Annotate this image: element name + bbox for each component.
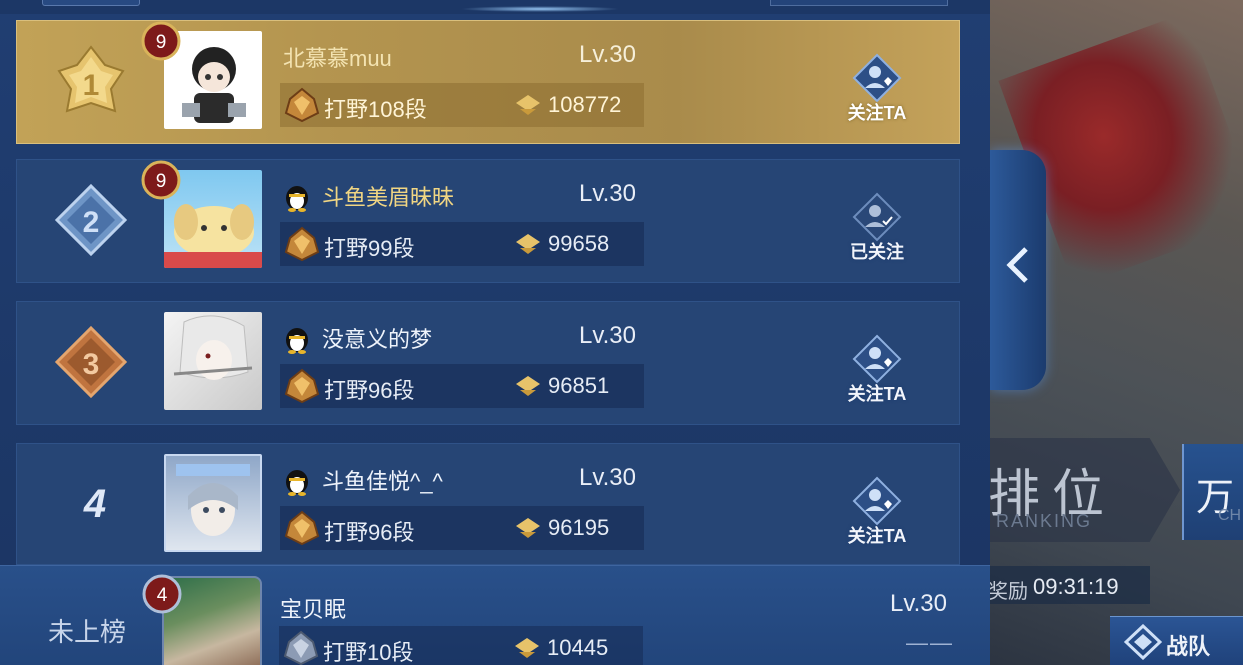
- score-chevron-icon: [515, 638, 539, 658]
- self-stat-bar: 打野10段 10445: [279, 626, 643, 665]
- ranking-mode-subtitle: RANKING: [996, 511, 1093, 531]
- jungle-tier-emblem-icon: [284, 87, 320, 123]
- team-label: 战队: [1166, 634, 1211, 659]
- player-level: Lv.30: [579, 180, 636, 207]
- score-chevron-icon: [516, 234, 540, 254]
- leaderboard-panel: 1 9 北慕慕muu Lv.30 打野108段 108772 关注TA 2 9 …: [0, 0, 990, 665]
- leaderboard-row-2[interactable]: 2 9 斗鱼美眉昧昧 Lv.30 打野99段 99658 已关注: [16, 159, 960, 283]
- tier-text: 打野10段: [323, 640, 414, 665]
- follow-label: 关注TA: [847, 103, 907, 123]
- score-chevron-icon: [516, 518, 540, 538]
- score-chevron-icon: [516, 95, 540, 115]
- qq-penguin-icon: [286, 470, 308, 496]
- qq-penguin-icon: [286, 186, 308, 212]
- rank-number: 2: [83, 206, 100, 239]
- tier-text: 打野96段: [324, 520, 415, 545]
- tier-text: 打野96段: [324, 378, 415, 403]
- score-text: 108772: [548, 92, 622, 117]
- top-tab-left[interactable]: [42, 0, 140, 6]
- level-badge-number: 4: [157, 585, 168, 606]
- follow-user-heart-icon: [852, 53, 902, 103]
- self-level: Lv.30: [890, 590, 947, 617]
- player-name: 没意义的梦: [322, 327, 433, 352]
- score-text: 99658: [548, 231, 610, 256]
- top-tab-bar: [0, 0, 990, 14]
- follow-label: 关注TA: [847, 526, 907, 546]
- jungle-tier-emblem-icon: [283, 630, 319, 665]
- reward-timer: 09:31:19: [1033, 574, 1119, 599]
- jungle-tier-emblem-icon: [284, 510, 320, 546]
- follow-label: 已关注: [850, 242, 904, 262]
- rank-number: 4: [83, 482, 107, 526]
- score-chevron-icon: [516, 376, 540, 396]
- follow-user-heart-icon: [852, 334, 902, 384]
- rank-2-badge-icon: 2: [49, 180, 133, 264]
- leaderboard-row-1[interactable]: 1 9 北慕慕muu Lv.30 打野108段 108772 关注TA: [16, 20, 960, 144]
- rank-1-badge-icon: 1: [49, 41, 133, 125]
- team-icon: [1124, 624, 1162, 660]
- player-name: 斗鱼美眉昧昧: [322, 185, 455, 210]
- stat-bar: 打野96段 96195: [280, 506, 644, 550]
- qq-penguin-icon: [286, 328, 308, 354]
- rank-3-badge-icon: 3: [49, 322, 133, 406]
- game-backdrop: 排位 RANKING 万 CH 奖励 09:31:19 战队: [990, 0, 1243, 665]
- level-badge-number: 9: [156, 171, 167, 192]
- self-rank-status: 未上榜: [48, 617, 127, 647]
- player-level: Lv.30: [579, 41, 636, 68]
- stat-bar: 打野108段 108772: [280, 83, 644, 127]
- tier-text: 打野99段: [324, 236, 415, 261]
- player-name: 北慕慕muu: [283, 46, 392, 71]
- rank-number: 1: [83, 69, 100, 102]
- leaderboard-row-4[interactable]: 4 斗鱼佳悦^_^ Lv.30 打野96段 96195 关注TA: [16, 443, 960, 565]
- follow-button[interactable]: 关注TA: [837, 332, 917, 412]
- self-rank-row[interactable]: 未上榜 4 宝贝眠 Lv.30 打野10段 10445 ——: [0, 565, 990, 665]
- reward-label: 奖励: [990, 581, 1028, 603]
- player-name: 斗鱼佳悦^_^: [322, 469, 443, 494]
- level-badge-icon: 4: [140, 572, 184, 616]
- avatar[interactable]: [164, 312, 262, 410]
- jungle-tier-emblem-icon: [284, 226, 320, 262]
- stat-bar: 打野99段 99658: [280, 222, 644, 266]
- leaderboard-row-3[interactable]: 3 没意义的梦 Lv.30 打野96段 96851 关注TA: [16, 301, 960, 425]
- level-badge-icon: 9: [139, 158, 183, 202]
- side-mode-subtitle: CH: [1218, 507, 1242, 524]
- top-tab-right[interactable]: [770, 0, 948, 6]
- score-text: 10445: [547, 635, 609, 660]
- player-level: Lv.30: [579, 322, 636, 349]
- avatar[interactable]: [164, 454, 262, 552]
- followed-user-check-icon: [852, 192, 902, 242]
- follow-user-heart-icon: [852, 476, 902, 526]
- jungle-tier-emblem-icon: [284, 368, 320, 404]
- self-name: 宝贝眠: [280, 597, 347, 622]
- level-badge-number: 9: [156, 32, 167, 53]
- tab-indicator-glow: [460, 6, 620, 12]
- score-text: 96851: [548, 373, 610, 398]
- tier-text: 打野108段: [324, 97, 427, 122]
- follow-button[interactable]: 关注TA: [837, 51, 917, 131]
- follow-label: 关注TA: [847, 384, 907, 404]
- followed-button[interactable]: 已关注: [837, 190, 917, 270]
- player-level: Lv.30: [579, 464, 636, 491]
- rank-number: 3: [83, 348, 100, 381]
- stat-bar: 打野96段 96851: [280, 364, 644, 408]
- follow-button[interactable]: 关注TA: [837, 474, 917, 554]
- score-text: 96195: [548, 515, 610, 540]
- chevron-left-icon[interactable]: [1002, 243, 1034, 287]
- level-badge-icon: 9: [139, 19, 183, 63]
- self-action-placeholder: ——: [906, 630, 954, 655]
